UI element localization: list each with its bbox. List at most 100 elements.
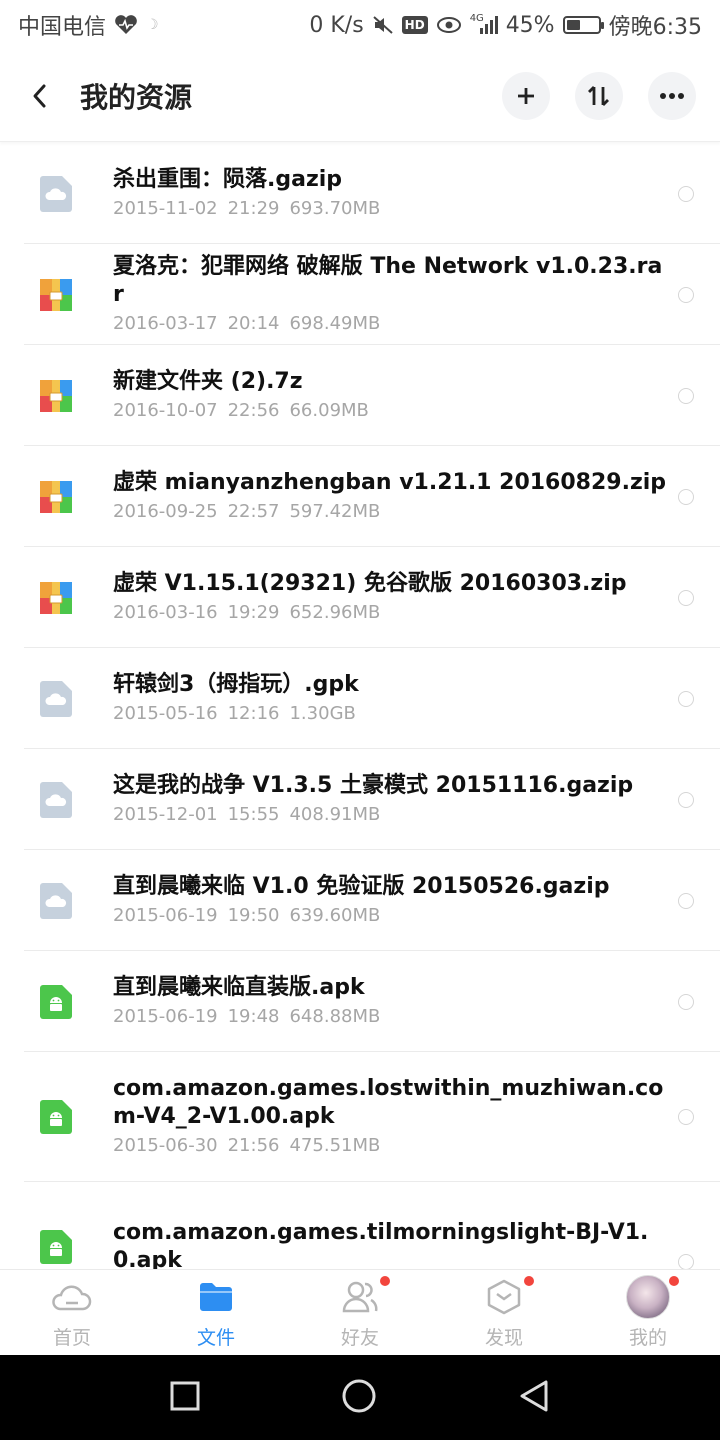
file-meta: 2015-05-16 12:16 1.30GB: [113, 701, 668, 727]
file-row[interactable]: com.amazon.games.lostwithin_muzhiwan.com…: [0, 1052, 720, 1182]
tab-1[interactable]: 文件: [144, 1270, 288, 1355]
select-checkbox[interactable]: [678, 286, 694, 303]
file-info: 轩辕剑3（拇指玩）.gpk 2015-05-16 12:16 1.30GB: [88, 671, 678, 727]
file-row[interactable]: 直到晨曦来临直装版.apk 2015-06-19 19:48 648.88MB: [0, 951, 720, 1052]
cloud-file-icon: [24, 680, 88, 717]
back-button[interactable]: [0, 50, 80, 142]
tab-label: 发现: [484, 1327, 523, 1349]
file-size: 639.60MB: [289, 904, 381, 926]
file-date: 2015-05-16: [113, 702, 218, 724]
select-checkbox[interactable]: [678, 993, 694, 1010]
file-meta: 2016-09-25 22:57 597.42MB: [113, 499, 668, 525]
file-row[interactable]: 夏洛克：犯罪网络 破解版 The Network v1.0.23.rar 2016…: [0, 244, 720, 345]
file-info: com.amazon.games.lostwithin_muzhiwan.com…: [88, 1075, 678, 1159]
file-time: 12:16: [227, 702, 280, 724]
status-bar: 中国电信 ☽ 0 K/s HD 4G 45% 傍晚6:35: [0, 0, 720, 50]
recents-button[interactable]: [170, 1381, 200, 1415]
file-size: 652.96MB: [289, 601, 381, 623]
file-size: 648.88MB: [289, 1005, 381, 1027]
circle-icon: [342, 1379, 376, 1412]
cloud-icon: [52, 1275, 92, 1319]
more-icon: [660, 92, 684, 99]
android-icon: [24, 984, 88, 1019]
carrier-label: 中国电信: [18, 15, 107, 40]
file-size: 698.49MB: [289, 312, 381, 334]
file-name: 杀出重围：陨落.gazip: [113, 166, 343, 192]
notification-icon: ☽: [146, 17, 159, 33]
file-row[interactable]: 这是我的战争 V1.3.5 土豪模式 20151116.gazip 2015-12…: [0, 749, 720, 850]
signal-icon: 4G: [470, 13, 498, 35]
file-row[interactable]: 虚荣 mianyanzhengban v1.21.1 20160829.zip 2…: [0, 446, 720, 547]
file-time: 19:50: [227, 904, 280, 926]
file-meta: 2016-03-16 19:29 652.96MB: [113, 600, 668, 626]
file-name: 直到晨曦来临 V1.0 免验证版 20150526.gazip: [113, 873, 610, 899]
file-row[interactable]: com.amazon.games.tilmorningslight-BJ-V1.…: [0, 1182, 720, 1269]
file-date: 2015-12-01: [113, 803, 218, 825]
file-info: 直到晨曦来临 V1.0 免验证版 20150526.gazip 2015-06-1…: [88, 873, 678, 929]
system-navigation-bar: [0, 1355, 720, 1440]
back-arrow-icon: [33, 84, 46, 107]
app-header: 我的资源: [0, 50, 720, 142]
file-row[interactable]: 轩辕剑3（拇指玩）.gpk 2015-05-16 12:16 1.30GB: [0, 648, 720, 749]
file-time: 19:48: [227, 1005, 280, 1027]
android-icon: [24, 1230, 88, 1264]
file-date: 2015-11-02: [113, 197, 218, 219]
file-name: 直到晨曦来临直装版.apk: [113, 974, 365, 1000]
select-checkbox[interactable]: [678, 387, 694, 404]
select-checkbox[interactable]: [678, 488, 694, 505]
notification-badge: [524, 1276, 534, 1286]
file-meta: 2016-10-07 22:56 66.09MB: [113, 398, 668, 424]
file-date: 2016-03-17: [113, 312, 218, 334]
file-size: 66.09MB: [289, 399, 369, 421]
tab-2[interactable]: 好友: [288, 1270, 432, 1355]
archive-icon: [24, 480, 88, 513]
tab-label: 我的: [628, 1327, 667, 1349]
file-list[interactable]: 杀出重围：陨落.gazip 2015-11-02 21:29 693.70MB 夏洛克：…: [0, 143, 720, 1269]
file-size: 1.30GB: [289, 702, 356, 724]
file-size: 475.51MB: [289, 1135, 381, 1156]
file-row[interactable]: 直到晨曦来临 V1.0 免验证版 20150526.gazip 2015-06-1…: [0, 850, 720, 951]
home-button[interactable]: [341, 1378, 377, 1418]
select-checkbox[interactable]: [678, 892, 694, 909]
file-meta: 2015-12-01 15:55 408.91MB: [113, 802, 668, 828]
android-icon: [24, 1100, 88, 1134]
file-name: 虚荣 V1.15.1(29321) 免谷歌版 20160303.zip: [113, 570, 627, 596]
avatar: [626, 1275, 670, 1319]
eye-icon: [436, 16, 462, 34]
file-row[interactable]: 虚荣 V1.15.1(29321) 免谷歌版 20160303.zip 2016-…: [0, 547, 720, 648]
select-checkbox[interactable]: [678, 589, 694, 606]
select-checkbox[interactable]: [678, 791, 694, 808]
discover-icon: [487, 1275, 521, 1319]
heart-rate-icon: [114, 15, 138, 35]
cloud-file-icon: [24, 175, 88, 212]
file-meta: 2015-06-19 19:50 639.60MB: [113, 903, 668, 929]
battery-percent: 45%: [505, 12, 555, 38]
file-meta: 2016-03-17 20:14 698.49MB: [113, 311, 668, 337]
tab-label: 首页: [52, 1327, 91, 1349]
select-checkbox[interactable]: [678, 185, 694, 202]
select-checkbox[interactable]: [678, 690, 694, 707]
tab-4[interactable]: 我的: [576, 1270, 720, 1355]
file-row[interactable]: 杀出重围：陨落.gazip 2015-11-02 21:29 693.70MB: [0, 143, 720, 244]
file-size: 597.42MB: [289, 500, 381, 522]
tab-0[interactable]: 首页: [0, 1270, 144, 1355]
file-row[interactable]: 新建文件夹 (2).7z 2016-10-07 22:56 66.09MB: [0, 345, 720, 446]
file-date: 2016-09-25: [113, 500, 218, 522]
hd-icon: HD: [401, 16, 428, 34]
select-checkbox[interactable]: [678, 1109, 694, 1125]
file-name: 轩辕剑3（拇指玩）.gpk: [113, 671, 359, 697]
file-name: com.amazon.games.tilmorningslight-BJ-V1.…: [113, 1220, 649, 1269]
file-date: 2015-06-19: [113, 904, 218, 926]
tab-3[interactable]: 发现: [432, 1270, 576, 1355]
file-date: 2016-03-16: [113, 601, 218, 623]
more-button[interactable]: [648, 71, 696, 120]
file-name: 这是我的战争 V1.3.5 土豪模式 20151116.gazip: [113, 772, 634, 798]
square-icon: [170, 1381, 200, 1410]
file-meta: 2015-06-19 19:48 648.88MB: [113, 1004, 668, 1030]
sort-button[interactable]: [575, 71, 623, 120]
archive-icon: [24, 581, 88, 614]
back-nav-button[interactable]: [518, 1379, 550, 1417]
select-checkbox[interactable]: [678, 1254, 694, 1269]
add-button[interactable]: [502, 71, 550, 120]
file-date: 2016-10-07: [113, 399, 218, 421]
